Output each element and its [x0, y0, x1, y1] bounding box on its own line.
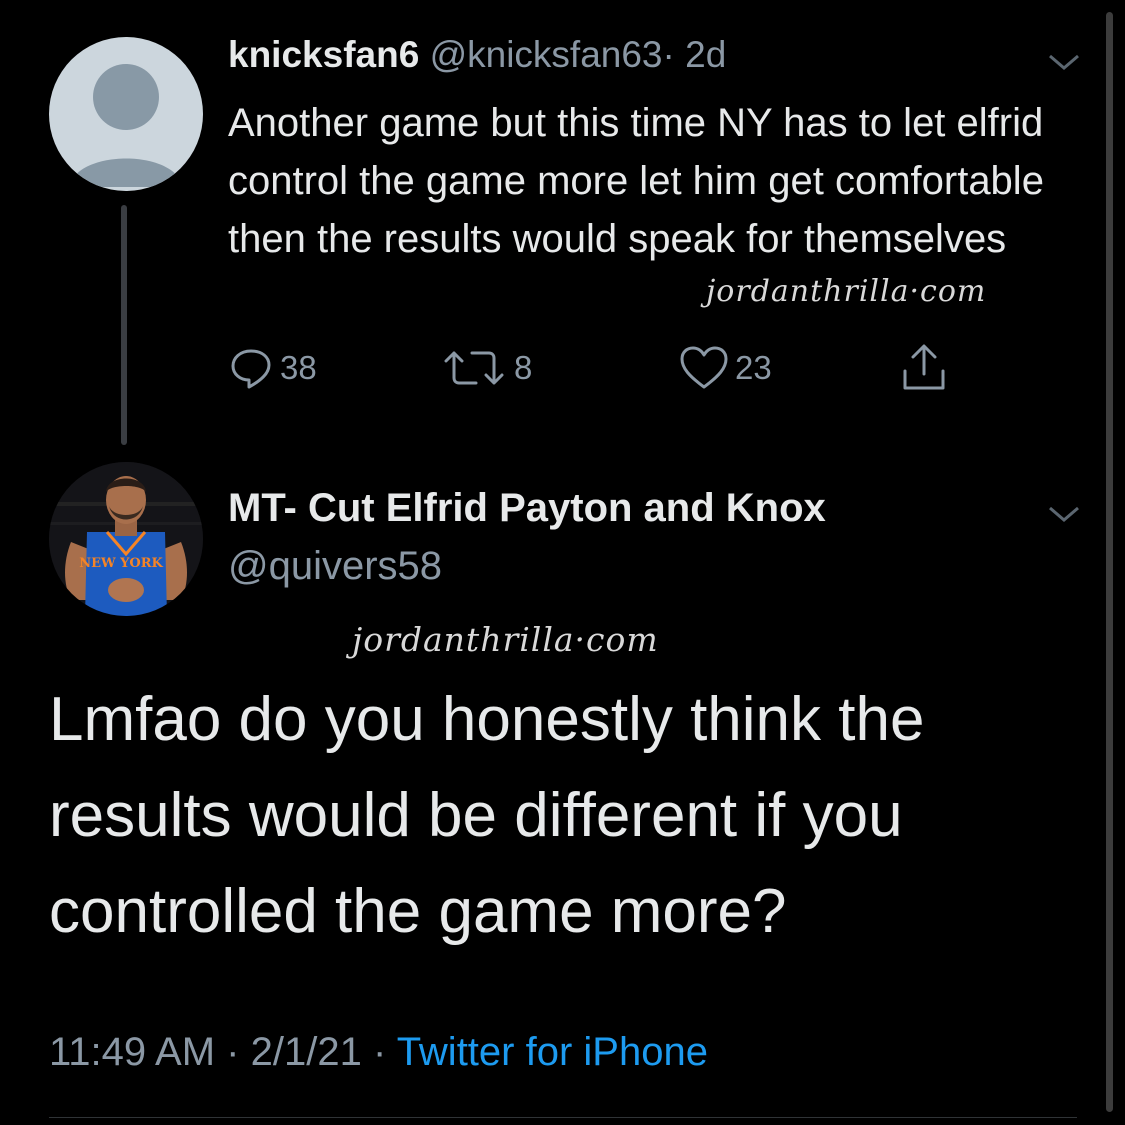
retweet-button[interactable]: 8: [440, 345, 532, 391]
meta-separator: ·: [372, 1030, 387, 1074]
tweet-time[interactable]: 11:49 AM: [49, 1030, 215, 1074]
default-avatar-icon: [69, 64, 183, 187]
chevron-down-icon[interactable]: [1047, 52, 1081, 72]
parent-tweet-header: knicksfan6 @knicksfan63· 2d: [228, 34, 726, 76]
like-button[interactable]: 23: [679, 345, 772, 391]
share-button[interactable]: [900, 343, 948, 393]
parent-tweet-age[interactable]: 2d: [685, 34, 726, 75]
header-separator: ·: [662, 34, 675, 75]
thread-line: [121, 205, 127, 445]
tweet-meta: 11:49 AM · 2/1/21 · Twitter for iPhone: [49, 1030, 708, 1075]
tweet-date[interactable]: 2/1/21: [251, 1030, 362, 1074]
retweet-count: 8: [514, 349, 533, 386]
heart-icon: [680, 346, 728, 389]
scrollbar[interactable]: [1106, 12, 1113, 1112]
divider: [49, 1117, 1077, 1118]
watermark: jordanthrilla·com: [352, 620, 659, 659]
main-tweet-text: Lmfao do you honestly think the results …: [49, 685, 925, 946]
main-handle[interactable]: @quivers58: [228, 544, 442, 589]
retweet-icon: [444, 351, 504, 385]
parent-tweet-text: Another game but this time NY has to let…: [228, 101, 1044, 261]
parent-display-name[interactable]: knicksfan6: [228, 34, 419, 75]
avatar[interactable]: [49, 37, 203, 191]
parent-handle[interactable]: @knicksfan63: [430, 34, 663, 75]
avatar[interactable]: NEW YORK: [49, 462, 203, 616]
reply-button[interactable]: 38: [228, 345, 317, 391]
like-count: 23: [735, 349, 772, 386]
main-display-name[interactable]: MT- Cut Elfrid Payton and Knox: [228, 486, 826, 531]
watermark: jordanthrilla·com: [706, 274, 987, 309]
tweet-source-link[interactable]: Twitter for iPhone: [397, 1030, 708, 1074]
player-photo: NEW YORK: [49, 462, 203, 616]
meta-separator: ·: [226, 1030, 240, 1074]
chevron-down-icon[interactable]: [1047, 504, 1081, 524]
reply-count: 38: [280, 349, 317, 386]
jersey-text: NEW YORK: [79, 556, 163, 571]
share-icon: [903, 344, 945, 390]
reply-icon: [231, 349, 271, 389]
